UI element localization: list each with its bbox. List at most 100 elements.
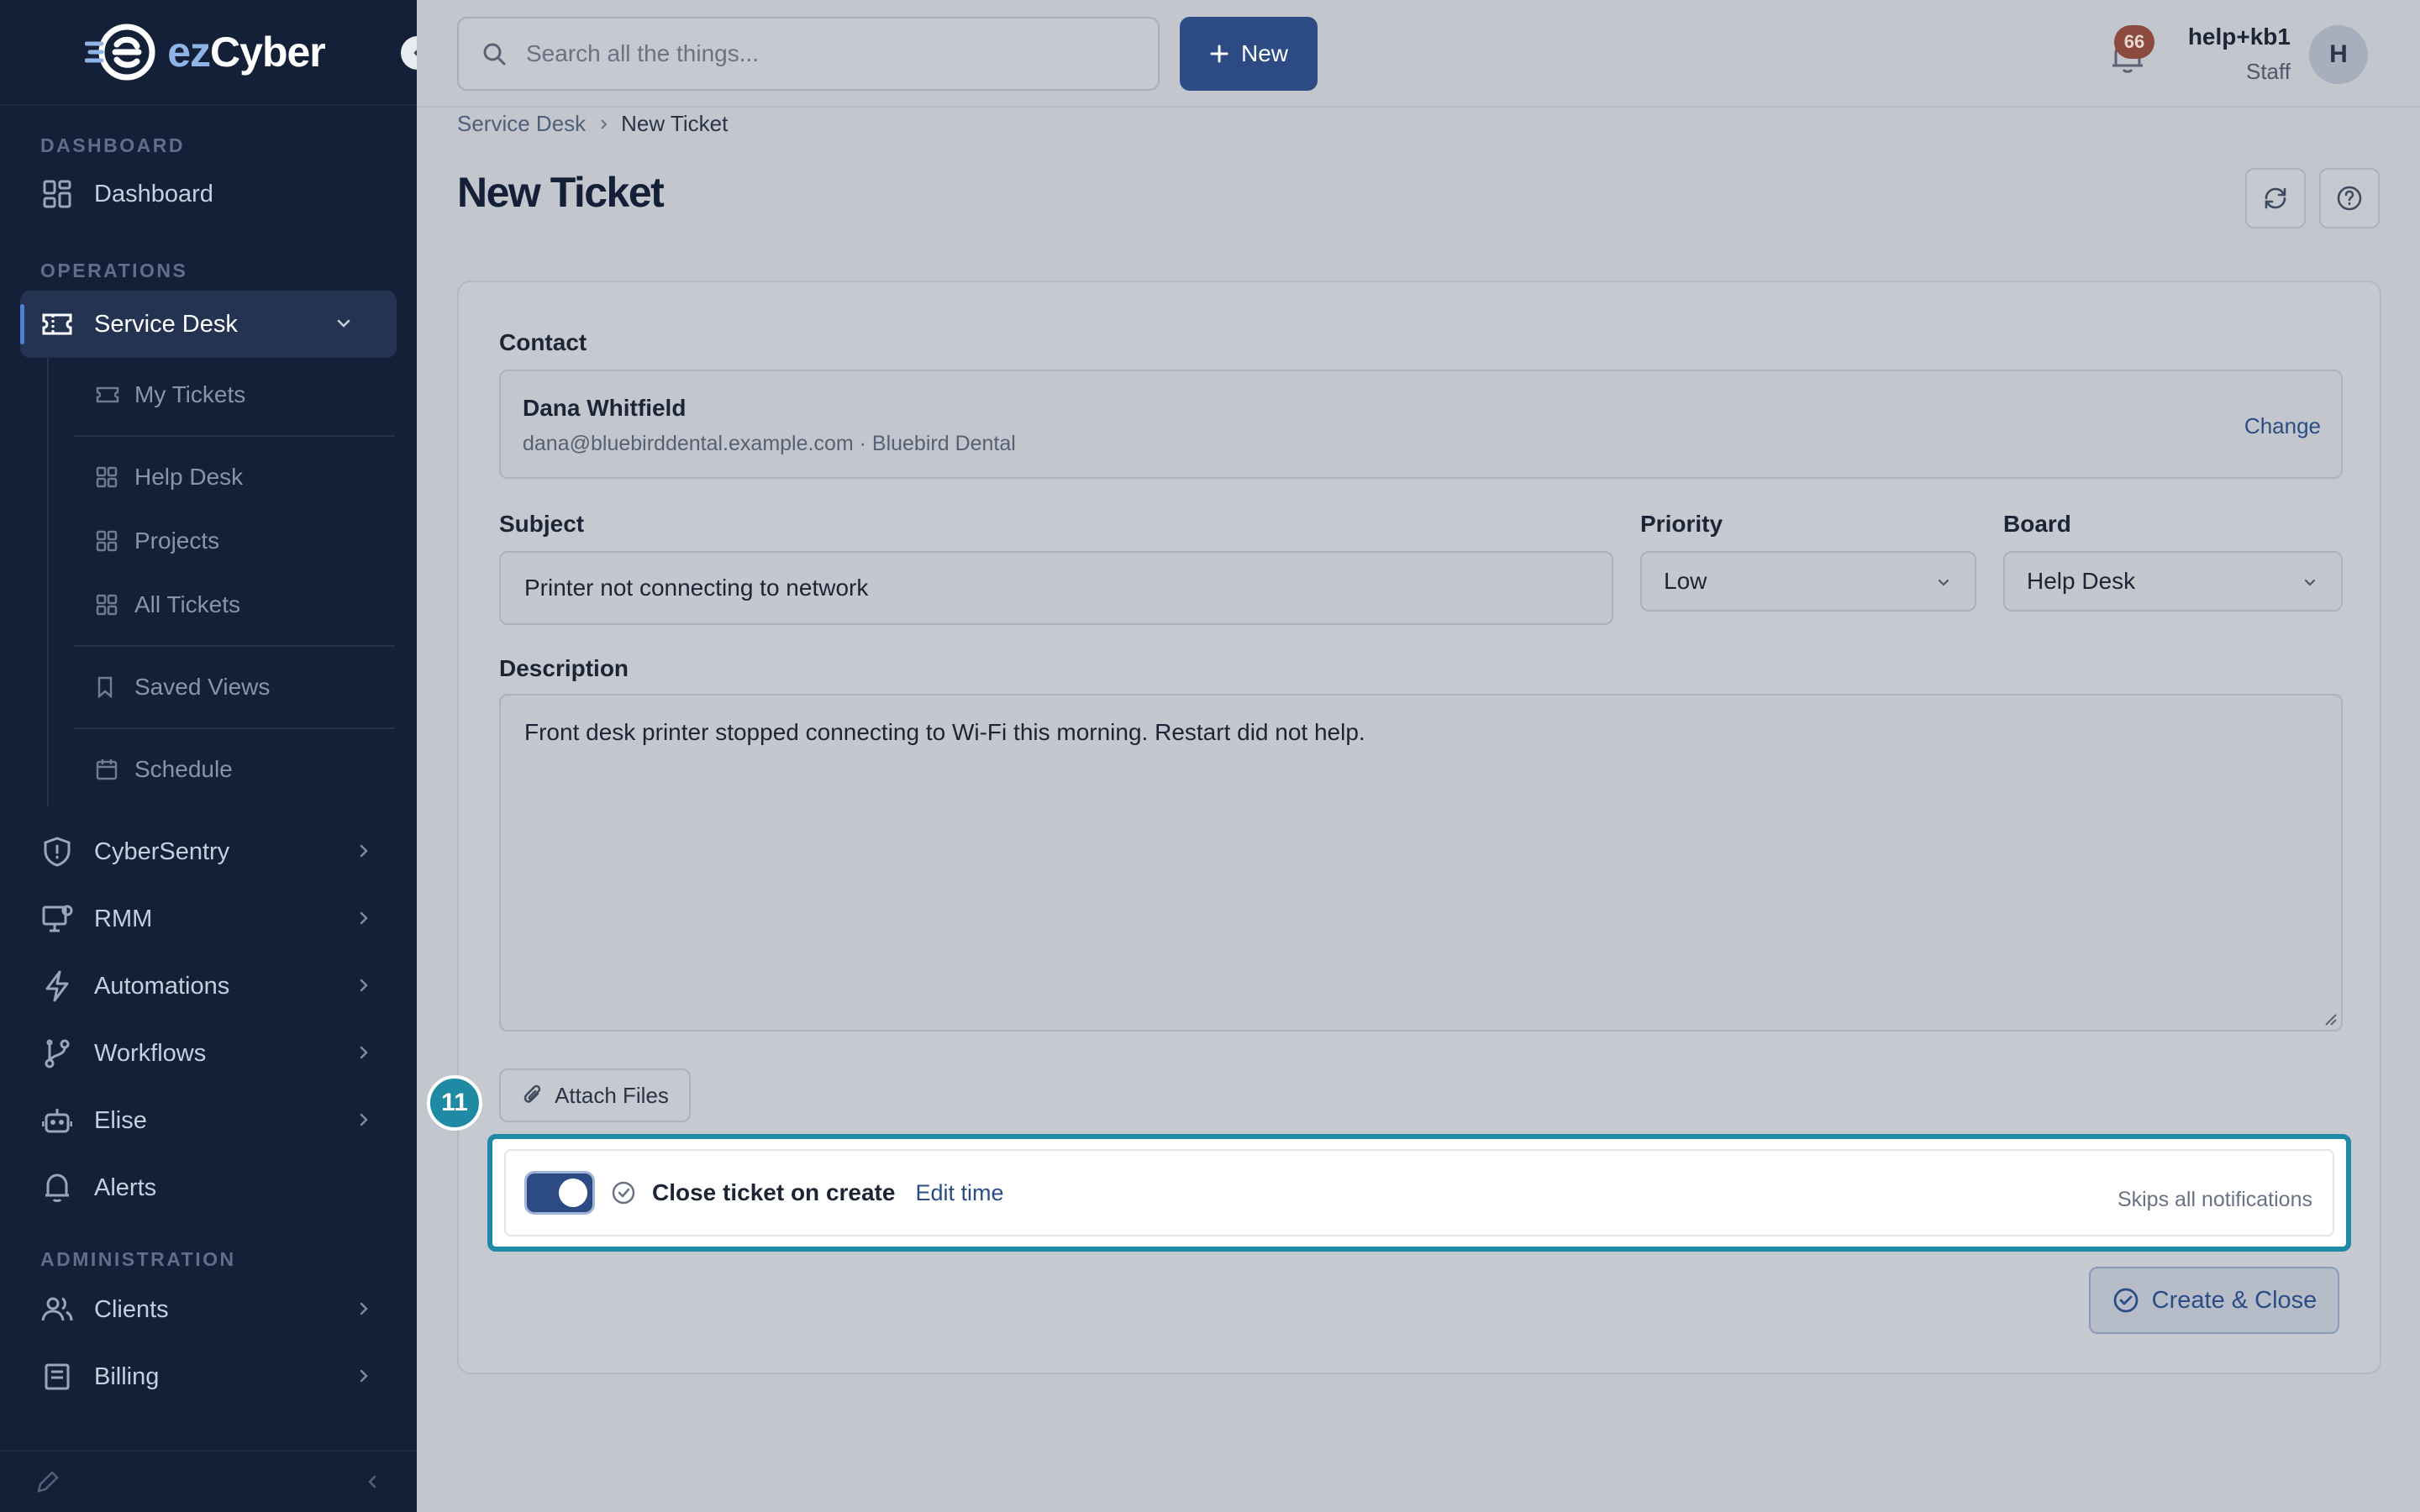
section-label-administration: ADMINISTRATION [40,1248,236,1270]
brand-logo[interactable]: ezCyber [85,21,326,83]
sidebar-item-rmm[interactable]: RMM [0,885,417,953]
submenu-divider [74,645,395,647]
sidebar-item-alerts[interactable]: Alerts [0,1154,417,1221]
sidebar-subitem-saved-views[interactable]: Saved Views [47,655,417,719]
sidebar-subitem-label: Projects [134,528,220,554]
resize-handle-icon[interactable] [2321,1010,2338,1026]
contact-field[interactable]: Dana Whitfield dana@bluebirddental.examp… [499,370,2343,479]
sidebar-item-label: Service Desk [94,310,238,338]
board-grid-icon [96,529,119,553]
sidebar-item-billing[interactable]: Billing [0,1343,417,1410]
page-title: New Ticket [457,169,665,216]
sidebar-subitem-help-desk[interactable]: Help Desk [47,445,417,509]
sidebar-item-clients[interactable]: Clients [0,1276,417,1343]
user-role: Staff [2245,59,2291,84]
receipt-icon [40,1360,74,1394]
sidebar-item-cybersentry[interactable]: CyberSentry [0,818,417,885]
sidebar-subitem-my-tickets[interactable]: My Tickets [47,363,417,427]
description-textarea[interactable]: Front desk printer stopped connecting to… [499,694,2343,1032]
sidebar-item-elise[interactable]: Elise [0,1087,417,1154]
help-button[interactable] [2319,168,2380,228]
contact-label: Contact [499,329,587,355]
refresh-icon [2265,187,2286,209]
create-and-close-button[interactable]: Create & Close [2089,1267,2339,1334]
sidebar-subitem-label: Help Desk [134,464,244,490]
subject-input[interactable]: Printer not connecting to network [499,551,1613,625]
logo-mark-icon [85,24,155,81]
chevron-right-icon [360,1369,368,1383]
bookmark-icon [96,675,119,699]
help-circle-icon [2337,186,2362,211]
sidebar-item-dashboard[interactable]: Dashboard [0,160,417,228]
notification-count-badge: 66 [2114,25,2154,59]
chevron-right-icon [360,911,368,925]
sidebar-item-label: Billing [94,1362,160,1390]
search-placeholder: Search all the things... [526,40,760,66]
close-on-create-row: Close ticket on create Edit time Skips a… [504,1149,2334,1236]
submenu-divider [74,727,395,729]
board-select[interactable]: Help Desk [2003,551,2343,612]
dashboard-grid-icon [40,177,74,211]
sidebar-subitem-label: Saved Views [134,674,271,700]
sidebar-item-label: Elise [94,1106,147,1134]
chevron-down-icon [2304,579,2316,586]
submenu-divider [74,435,395,437]
paperclip-icon [523,1084,541,1103]
user-name: help+kb1 [2187,24,2291,50]
sidebar-item-automations[interactable]: Automations [0,953,417,1020]
priority-value: Low [1664,568,1707,594]
sidebar-subitem-all-tickets[interactable]: All Tickets [47,573,417,637]
robot-icon [40,1104,74,1137]
sidebar-item-label: Workflows [94,1039,207,1067]
subject-label: Subject [499,511,585,537]
lightning-icon [40,969,74,1003]
new-button-label: New [1240,40,1288,66]
top-bar: Search all the things... New 66 help+kb1… [417,0,2420,108]
breadcrumb-current: New Ticket [621,111,729,136]
chevron-left-icon[interactable] [363,1473,381,1491]
chevron-right-icon [360,1113,368,1126]
refresh-button[interactable] [2245,168,2306,228]
collapse-sidebar-button[interactable] [398,34,417,72]
close-on-create-toggle[interactable] [524,1171,595,1215]
search-input[interactable]: Search all the things... [457,17,1160,91]
breadcrumb: Service Desk New Ticket [457,111,728,137]
attach-files-label: Attach Files [555,1082,669,1108]
attach-files-button[interactable]: Attach Files [499,1068,691,1122]
logo-row: ezCyber [0,0,417,106]
calendar-icon [96,758,119,781]
breadcrumb-service-desk[interactable]: Service Desk [457,111,586,137]
sidebar-subitem-label: All Tickets [134,591,241,617]
description-label: Description [499,655,629,681]
chevron-down-icon [1938,579,1949,586]
logo-text: ezCyber [167,29,326,76]
create-and-close-label: Create & Close [2151,1286,2317,1314]
close-on-create-highlight: Close ticket on create Edit time Skips a… [487,1134,2351,1252]
service-desk-submenu: My Tickets Help Desk Projects All Ticket… [47,358,417,806]
chevron-right-icon [601,118,608,129]
sidebar-item-label: Clients [94,1295,169,1323]
sidebar-item-label: CyberSentry [94,837,230,865]
sidebar-footer [0,1450,417,1512]
section-label-operations: OPERATIONS [40,260,188,281]
sidebar-subitem-schedule[interactable]: Schedule [47,738,417,801]
sidebar-item-workflows[interactable]: Workflows [0,1020,417,1087]
sidebar-item-label: Dashboard [94,180,213,207]
board-grid-icon [96,593,119,617]
new-button[interactable]: New [1180,17,1318,91]
sidebar-subitem-projects[interactable]: Projects [47,509,417,573]
chevron-right-icon [360,1046,368,1059]
edit-time-link[interactable]: Edit time [915,1180,1003,1206]
chevron-left-icon [413,50,417,56]
pencil-icon[interactable] [35,1469,60,1494]
priority-select[interactable]: Low [1640,551,1976,612]
avatar[interactable]: H [2309,25,2368,84]
check-circle-icon [612,1181,635,1205]
contact-name: Dana Whitfield [523,395,687,421]
step-number-badge: 11 [427,1075,482,1131]
search-icon [483,43,506,66]
change-contact-link[interactable]: Change [2244,413,2321,439]
sidebar-item-service-desk[interactable]: Service Desk [20,291,397,358]
git-branch-icon [40,1037,74,1070]
chevron-right-icon [360,1302,368,1315]
